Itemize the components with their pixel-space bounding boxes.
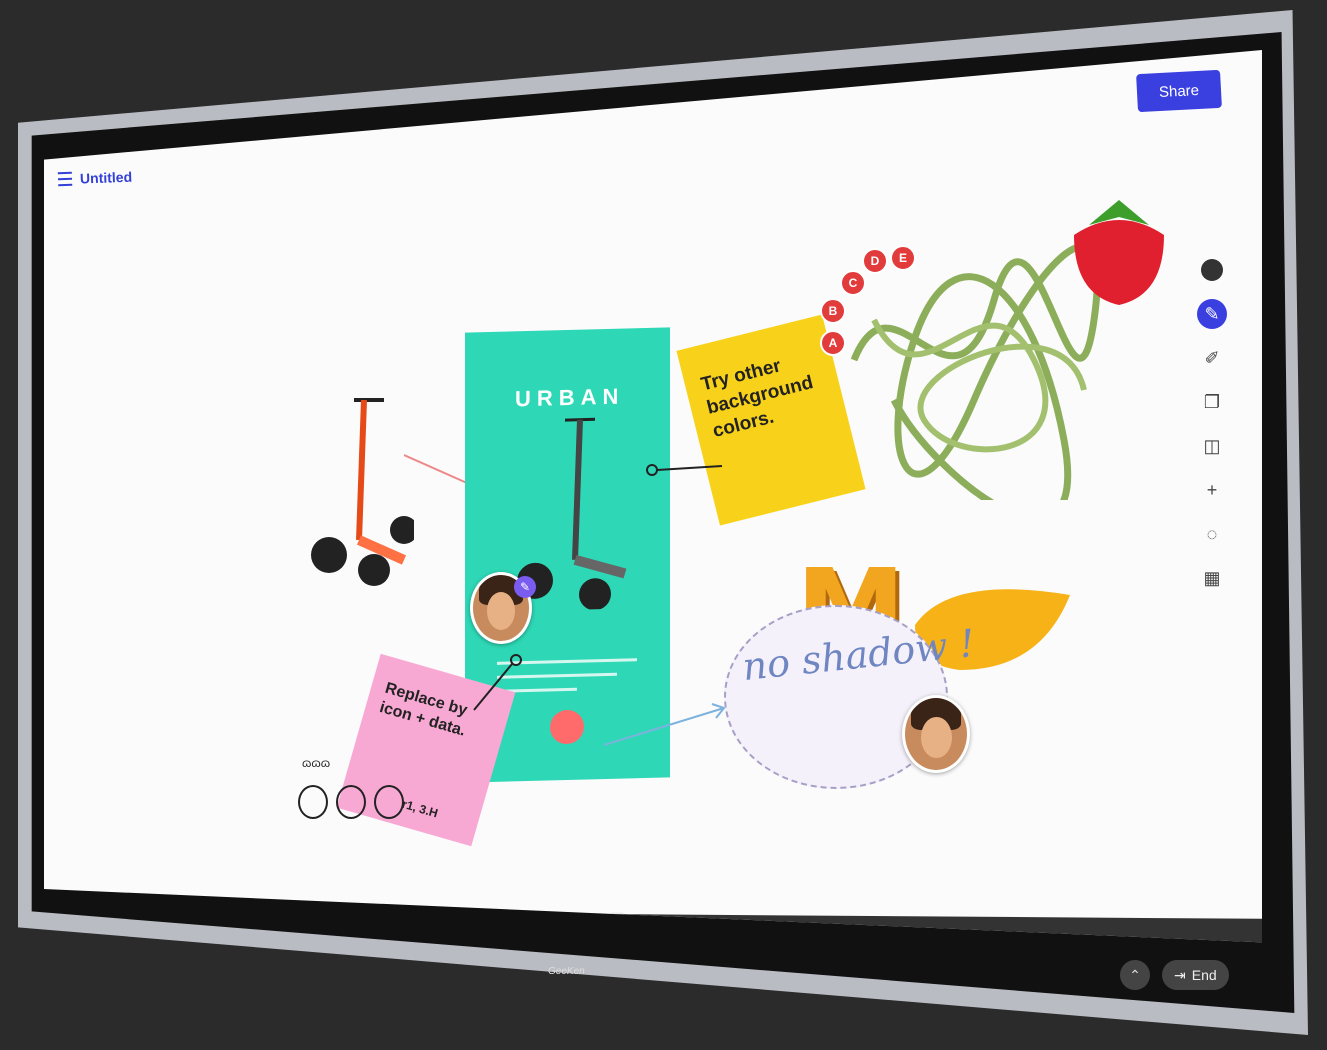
right-toolbar: ✎ ✐ ❐ ◫ + ◌ ▦ xyxy=(1192,255,1232,795)
pen-icon[interactable]: ✎ xyxy=(1197,299,1227,329)
sticky-note-value: r1, 3.H xyxy=(400,796,440,821)
document-title-row[interactable]: Untitled xyxy=(57,169,133,188)
scribble-text: ɷɷɷ xyxy=(302,756,331,770)
pink-connector xyxy=(473,654,522,711)
arrow-to-bubble xyxy=(604,703,726,746)
shape-icon[interactable]: ◫ xyxy=(1197,431,1227,461)
collaborator-avatar-2[interactable] xyxy=(902,695,970,773)
end-label: End xyxy=(1191,967,1217,983)
highlighter-icon[interactable]: ✐ xyxy=(1197,343,1227,373)
maze-label-d: D xyxy=(862,248,888,274)
document-title[interactable]: Untitled xyxy=(80,169,133,187)
lasso-icon[interactable]: ◌ xyxy=(1197,519,1227,549)
whiteboard-screen: Untitled Share URBAN ✎ Try other backgro… xyxy=(44,50,1262,943)
end-button[interactable]: ⇥ End xyxy=(1162,960,1229,990)
grid-icon[interactable]: ▦ xyxy=(1197,563,1227,593)
end-controls: ⌃ ⇥ End xyxy=(1120,960,1229,990)
brand-logo: GeeKen xyxy=(548,966,585,977)
sticky-note-text: Try other background colors. xyxy=(698,355,816,443)
strawberry-image[interactable] xyxy=(1064,195,1174,310)
maze-label-c: C xyxy=(840,270,866,296)
copy-icon[interactable]: ❐ xyxy=(1197,387,1227,417)
sticky-note-text: Replace by icon + data. xyxy=(377,679,470,740)
share-button[interactable]: Share xyxy=(1136,69,1222,113)
pen-badge-icon: ✎ xyxy=(514,576,536,598)
scooter-image[interactable] xyxy=(304,390,414,610)
maze-label-b: B xyxy=(820,298,846,324)
note-connector xyxy=(646,464,723,476)
menu-icon[interactable] xyxy=(57,171,73,187)
phone-power-button[interactable] xyxy=(550,709,584,745)
circle-sketch[interactable] xyxy=(298,785,404,819)
exit-icon: ⇥ xyxy=(1174,966,1186,983)
add-icon[interactable]: + xyxy=(1197,475,1227,505)
maze-label-e: E xyxy=(890,245,916,271)
chevron-up-icon[interactable]: ⌃ xyxy=(1120,960,1150,990)
maze-label-a: A xyxy=(820,330,846,356)
color-picker-icon[interactable] xyxy=(1197,255,1227,285)
